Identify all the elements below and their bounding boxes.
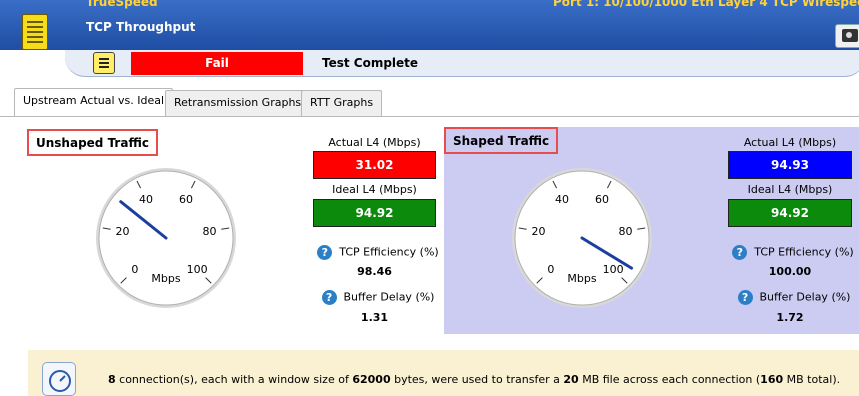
- gauge-tick-label: 80: [618, 225, 632, 238]
- gauge-tick-label: 80: [202, 225, 216, 238]
- speedometer-icon: [42, 362, 76, 396]
- shaped-buffer-label: ? Buffer Delay (%): [734, 290, 854, 305]
- port-info: Port 1: 10/100/1000 Eth Layer 4 TCP Wire…: [553, 0, 859, 9]
- summary-info-bar: 8 connection(s), each with a window size…: [28, 350, 859, 396]
- shaped-ideal-label: Ideal L4 (Mbps): [747, 183, 833, 196]
- shaped-ideal-value: 94.92: [728, 199, 852, 227]
- shaped-speed-gauge: 0 20 40 60 80 100 Mbps: [512, 168, 652, 308]
- gauge-tick-label: 60: [595, 193, 609, 206]
- test-status: Test Complete: [322, 56, 419, 70]
- unshaped-actual-value: 31.02: [313, 151, 436, 179]
- tab-content-border: [0, 116, 859, 117]
- window-size: 62000: [352, 373, 391, 386]
- summary-text: bytes, were used to transfer a: [390, 373, 564, 386]
- summary-text: MB file across each connection (: [578, 373, 761, 386]
- unshaped-efficiency-label: ? TCP Efficiency (%): [313, 245, 443, 260]
- gauge-tick-label: 20: [116, 225, 130, 238]
- unshaped-buffer-label: ? Buffer Delay (%): [318, 290, 438, 305]
- menu-button[interactable]: [93, 52, 115, 74]
- shaped-traffic-label: Shaped Traffic: [444, 127, 559, 154]
- gauge-unit-label: Mbps: [567, 272, 596, 285]
- shaped-efficiency-value: 100.00: [768, 265, 812, 278]
- shaped-actual-value: 94.93: [728, 151, 852, 179]
- efficiency-label-text: TCP Efficiency (%): [339, 245, 439, 259]
- efficiency-label-text: TCP Efficiency (%): [754, 245, 854, 259]
- help-icon[interactable]: ?: [732, 245, 748, 260]
- camera-icon: [842, 29, 858, 42]
- unshaped-actual-label: Actual L4 (Mbps): [328, 136, 421, 149]
- gauge-tick-label: 60: [179, 193, 193, 206]
- unshaped-buffer-value: 1.31: [360, 311, 389, 324]
- screenshot-button[interactable]: [835, 24, 859, 48]
- tab-bar: Upstream Actual vs. Ideal Retransmission…: [0, 88, 859, 117]
- total-size: 160: [760, 373, 784, 386]
- gauge-tick-label: 100: [187, 263, 208, 276]
- unshaped-efficiency-value: 98.46: [357, 265, 392, 278]
- help-icon[interactable]: ?: [737, 290, 753, 305]
- gauge-unit-label: Mbps: [151, 272, 180, 285]
- gauge-tick-label: 0: [131, 263, 138, 276]
- buffer-label-text: Buffer Delay (%): [759, 290, 851, 304]
- app-name: TrueSpeed: [86, 0, 158, 9]
- tab-rtt-graphs[interactable]: RTT Graphs: [301, 90, 383, 116]
- page-title: TCP Throughput: [86, 20, 196, 34]
- unshaped-speed-gauge: 0 20 40 60 80 100 Mbps: [96, 168, 236, 308]
- gauge-tick-label: 0: [547, 263, 554, 276]
- buffer-label-text: Buffer Delay (%): [343, 290, 435, 304]
- document-icon[interactable]: [22, 14, 48, 50]
- file-size: 20: [563, 373, 579, 386]
- help-icon[interactable]: ?: [317, 245, 333, 260]
- connection-count: 8: [108, 373, 116, 386]
- gauge-tick-label: 40: [555, 193, 569, 206]
- gauge-tick-label: 40: [139, 193, 153, 206]
- test-result-badge: Fail: [131, 52, 303, 75]
- gauge-tick-label: 20: [532, 225, 546, 238]
- help-icon[interactable]: ?: [321, 290, 337, 305]
- unshaped-ideal-label: Ideal L4 (Mbps): [332, 183, 417, 196]
- summary-text: connection(s), each with a window size o…: [115, 373, 353, 386]
- app-header: TrueSpeed TCP Throughput Port 1: 10/100/…: [0, 0, 859, 50]
- gauge-tick-label: 100: [603, 263, 624, 276]
- shaped-actual-label: Actual L4 (Mbps): [743, 136, 837, 149]
- shaped-buffer-value: 1.72: [776, 311, 804, 324]
- connection-summary: 8 connection(s), each with a window size…: [108, 373, 840, 386]
- unshaped-traffic-label: Unshaped Traffic: [27, 129, 158, 156]
- status-bar: Fail Test Complete: [65, 50, 859, 77]
- unshaped-ideal-value: 94.92: [313, 199, 436, 227]
- tab-upstream-actual-vs-ideal[interactable]: Upstream Actual vs. Ideal: [14, 88, 174, 117]
- menu-icon: [99, 58, 109, 60]
- summary-text: MB total).: [783, 373, 841, 386]
- shaped-efficiency-label: ? TCP Efficiency (%): [728, 245, 858, 260]
- tab-retransmission-graphs[interactable]: Retransmission Graphs: [165, 90, 311, 116]
